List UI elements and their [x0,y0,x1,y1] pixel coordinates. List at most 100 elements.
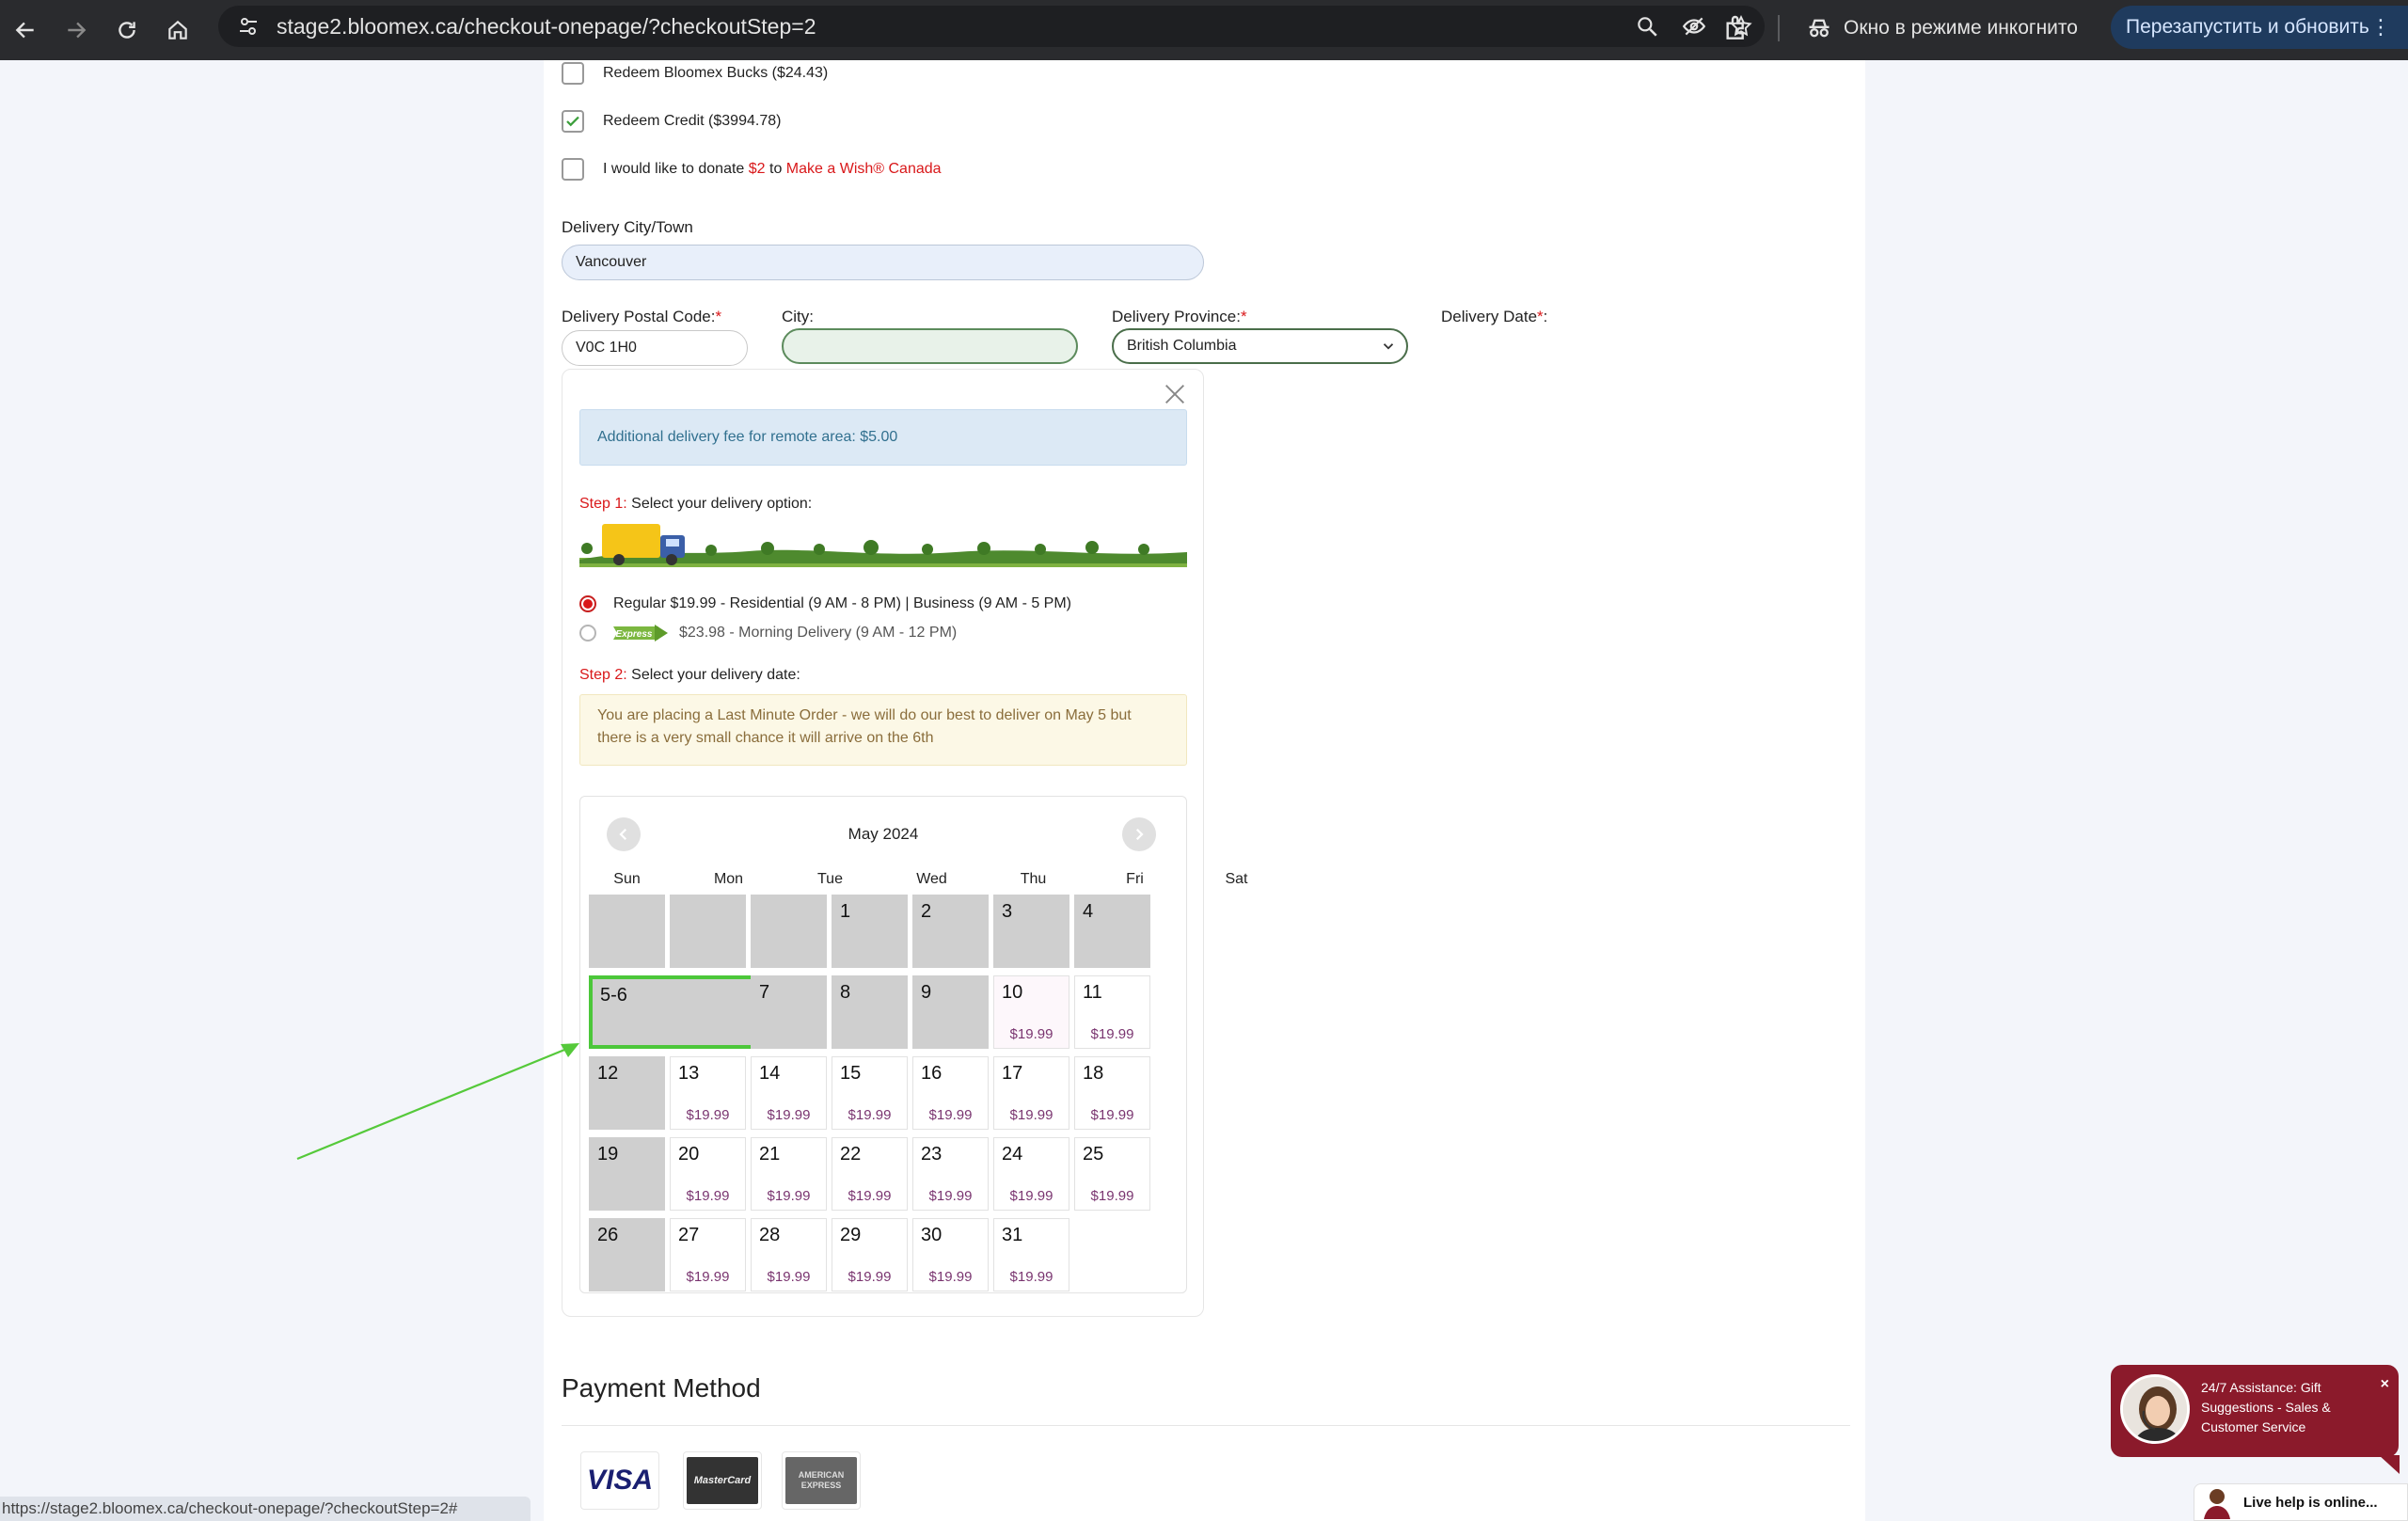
more-menu-icon[interactable]: ⋮ [2370,15,2391,40]
express-radio[interactable] [579,625,596,642]
province-label-text: Delivery Province: [1112,308,1241,325]
step2-text: Select your delivery date: [626,667,800,683]
calendar-day-22[interactable]: 22 $19.99 [832,1137,908,1211]
remote-fee-notice: Additional delivery fee for remote area:… [579,409,1187,466]
calendar-day-13[interactable]: 13 $19.99 [670,1056,746,1130]
weekday-tue: Tue [817,871,843,887]
next-month-button[interactable] [1122,817,1156,851]
chat-close-button[interactable]: × [2381,1376,2389,1393]
close-icon[interactable] [1162,381,1188,407]
relaunch-button[interactable]: Перезапустить и обновить ⋮ [2111,6,2408,49]
live-help-label: Live help is online... [2243,1494,2378,1511]
calendar-day-21[interactable]: 21 $19.99 [751,1137,827,1211]
incognito-indicator[interactable]: Окно в режиме инкогнито [1795,8,2089,49]
calendar-day-25[interactable]: 25 $19.99 [1074,1137,1150,1211]
visa-logo: VISA [586,1465,654,1496]
back-button[interactable] [0,0,51,60]
day-price: $19.99 [1009,1269,1054,1285]
express-badge-text: Express [616,629,653,640]
url-text[interactable]: stage2.bloomex.ca/checkout-onepage/?chec… [277,14,816,40]
mastercard-option[interactable]: MasterCard [683,1451,762,1510]
city-input[interactable] [782,328,1078,364]
calendar-day-27[interactable]: 27 $19.99 [670,1218,746,1291]
eye-off-icon [1682,17,1706,36]
day-number: 3 [1002,901,1013,922]
donate-org-link[interactable]: Make a Wish® Canada [786,161,942,177]
site-info-button[interactable] [230,15,267,38]
day-number: 15 [840,1063,862,1084]
redeem-bucks-checkbox[interactable] [562,62,584,85]
calendar-day-7: 7 [751,975,827,1049]
donate-checkbox[interactable] [562,158,584,181]
calendar-day-17[interactable]: 17 $19.99 [993,1056,1069,1130]
delivery-date-popup: Additional delivery fee for remote area:… [562,369,1248,1317]
tracking-protection-button[interactable] [1671,14,1718,39]
donate-label: I would like to donate $2 to Make a Wish… [603,161,942,178]
calendar-day-4: 4 [1074,895,1150,968]
day-number: 7 [759,982,770,1003]
live-help-tab[interactable]: Live help is online... [2194,1483,2408,1521]
calendar-day-29[interactable]: 29 $19.99 [832,1218,908,1291]
province-required-mark: * [1241,308,1247,325]
redeem-credit-checkbox[interactable] [562,110,584,133]
forward-button[interactable] [51,0,102,60]
address-bar[interactable]: stage2.bloomex.ca/checkout-onepage/?chec… [218,6,1765,47]
day-price: $19.99 [686,1269,730,1285]
day-price: $19.99 [1009,1026,1054,1042]
reload-button[interactable] [102,0,152,60]
calendar-day-20[interactable]: 20 $19.99 [670,1137,746,1211]
day-number: 25 [1083,1144,1104,1165]
assistance-chat-popup[interactable]: 24/7 Assistance: Gift Suggestions - Sale… [2111,1365,2400,1474]
calendar-day-11[interactable]: 11 $19.99 [1074,975,1150,1049]
calendar-day-14[interactable]: 14 $19.99 [751,1056,827,1130]
calendar-day-18[interactable]: 18 $19.99 [1074,1056,1150,1130]
delivery-truck-illustration [579,524,1187,567]
city-town-input[interactable]: Vancouver [562,245,1204,280]
arrow-right-icon [68,22,87,39]
amex-option[interactable]: AMERICAN EXPRESS [782,1451,861,1510]
calendar-day-8: 8 [832,975,908,1049]
extensions-icon[interactable] [1721,13,1751,43]
home-button[interactable] [152,0,203,60]
day-price: $19.99 [767,1107,811,1123]
agent-avatar [2120,1374,2190,1444]
redeem-bucks-row[interactable]: Redeem Bloomex Bucks ($24.43) [562,62,828,85]
redeem-credit-row[interactable]: Redeem Credit ($3994.78) [562,110,781,133]
delivery-option-regular[interactable]: Regular $19.99 - Residential (9 AM - 8 P… [579,595,1071,612]
day-price: $19.99 [848,1269,892,1285]
calendar-day-1: 1 [832,895,908,968]
calendar-day-2: 2 [912,895,989,968]
day-number: 1 [840,901,851,922]
magnifier-icon [1638,17,1657,37]
calendar-day-30[interactable]: 30 $19.99 [912,1218,989,1291]
calendar-day-15[interactable]: 15 $19.99 [832,1056,908,1130]
calendar-day-5-6[interactable]: 5-6 [589,975,755,1049]
day-number: 23 [921,1144,943,1165]
calendar-day-28[interactable]: 28 $19.99 [751,1218,827,1291]
delivery-option-express[interactable]: Express $23.98 - Morning Delivery (9 AM … [579,623,957,643]
payment-divider [562,1425,1850,1426]
day-number: 16 [921,1063,943,1084]
donate-row[interactable]: I would like to donate $2 to Make a Wish… [562,158,942,181]
redeem-bucks-label: Redeem Bloomex Bucks ($24.43) [603,65,829,81]
regular-radio[interactable] [579,595,596,612]
calendar-day-31[interactable]: 31 $19.99 [993,1218,1069,1291]
step2-prefix: Step 2: [579,667,627,683]
visa-card-option[interactable]: VISA [580,1451,659,1510]
express-option-label: $23.98 - Morning Delivery (9 AM - 12 PM) [679,625,958,641]
calendar-day-23[interactable]: 23 $19.99 [912,1137,989,1211]
day-number: 21 [759,1144,781,1165]
day-price: $19.99 [1009,1188,1054,1204]
calendar-day-10[interactable]: 10 $19.99 [993,975,1069,1049]
day-price: $19.99 [848,1188,892,1204]
zoom-button[interactable] [1624,14,1671,39]
amex-logo: AMERICAN EXPRESS [785,1457,857,1504]
calendar-day-24[interactable]: 24 $19.99 [993,1137,1069,1211]
day-number: 26 [597,1225,619,1245]
postal-code-input[interactable]: V0C 1H0 [562,330,748,366]
province-select[interactable]: British Columbia [1112,328,1408,364]
incognito-label: Окно в режиме инкогнито [1844,17,2078,39]
calendar-day-16[interactable]: 16 $19.99 [912,1056,989,1130]
day-number: 31 [1002,1225,1023,1245]
day-number: 27 [678,1225,700,1245]
